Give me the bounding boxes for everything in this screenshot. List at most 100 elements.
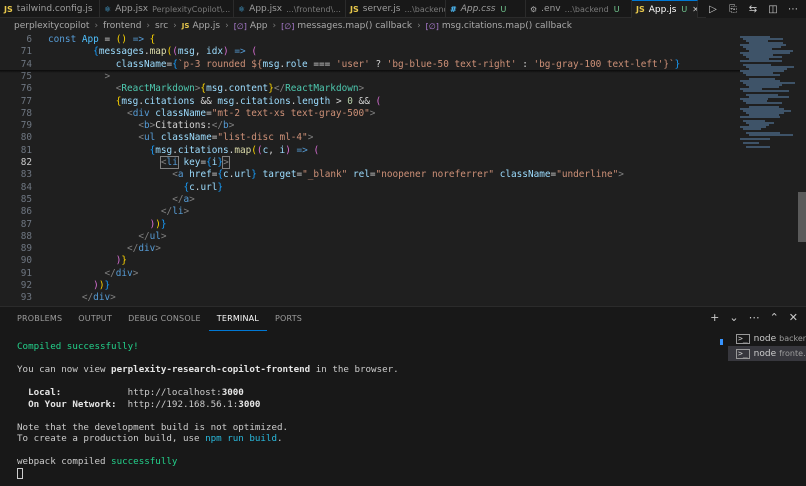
compare-changes-icon[interactable]: ⎘ [726,4,740,15]
code-line[interactable]: 81 {msg.citations.map((c, i) => ( [0,145,740,157]
more-actions-icon[interactable]: ⋯ [749,311,760,324]
code-line[interactable]: 89 </div> [0,243,740,255]
panel-tab-ports[interactable]: PORTS [267,307,310,331]
line-number: 80 [20,132,32,144]
panel-tab-problems[interactable]: PROBLEMS [9,307,70,331]
breadcrumb-folder[interactable]: src [155,21,168,31]
line-number: 71 [20,46,32,58]
open-changes-icon[interactable]: ⇆ [746,4,760,15]
editor-tab[interactable]: ⚙ .env ...\backend U [526,0,632,18]
editor-actions: ▷ ⎘ ⇆ ◫ ⋯ [706,0,806,18]
file-type-icon: JS [636,5,645,14]
breadcrumb-folder[interactable]: frontend [103,21,141,31]
code-text: </div> [104,267,139,279]
code-line[interactable]: 91 </div> [0,268,740,280]
sticky-scroll-shadow [0,70,740,73]
split-editor-icon[interactable]: ◫ [766,4,780,15]
code-line[interactable]: 86 </li> [0,206,740,218]
git-status-badge: U [500,4,507,14]
terminal-dropdown-icon[interactable]: ⌄ [729,311,738,324]
breadcrumb-symbol[interactable]: msg.citations.map() callback [442,21,572,31]
panel-tab-output[interactable]: OUTPUT [70,307,120,331]
chevron-right-icon: › [417,21,421,31]
breadcrumb-file[interactable]: App.js [192,21,220,31]
minimap[interactable] [738,34,796,306]
terminal-line: You can now view perplexity-research-cop… [17,364,399,375]
code-line[interactable]: 84 {c.url} [0,182,740,194]
terminal-line: webpack compiled successfully [17,456,178,467]
editor-tab[interactable]: ⚛ App.jsx PerplexityCopilot\... [100,0,234,18]
code-line[interactable]: 79 <b>Citations:</b> [0,120,740,132]
chevron-right-icon: › [272,21,277,31]
close-panel-icon[interactable]: ✕ [789,311,798,324]
line-number: 89 [20,243,32,255]
tab-filename: server.js [362,4,401,14]
terminal-instance[interactable]: >_nodefronte... [728,346,806,361]
terminal-icon: >_ [736,348,750,359]
line-number: 87 [20,218,32,230]
maximize-panel-icon[interactable]: ⌃ [770,311,779,324]
file-type-icon: ⚙ [530,4,538,14]
minimap-line [746,146,770,148]
line-number: 6 [26,34,32,45]
terminal-instance[interactable]: >_nodebackend [728,331,806,346]
tab-filename: App.jsx [249,4,283,14]
symbol-function-icon: [∅] [233,21,247,31]
line-number: 83 [20,169,32,181]
line-number: 91 [20,267,32,279]
terminal-line: Local: http://localhost:3000 [28,387,244,398]
breadcrumb-symbol[interactable]: messages.map() callback [297,21,412,31]
code-line[interactable]: 88 </ul> [0,231,740,243]
code-line[interactable]: 76 <ReactMarkdown>{msg.content}</ReactMa… [0,83,740,95]
code-line[interactable]: 85 </a> [0,194,740,206]
symbol-function-icon: [∅] [425,21,439,31]
terminal-instance-name: node [753,348,777,359]
line-number: 77 [20,95,32,107]
code-editor[interactable]: 6 const App = () => {71 {messages.map((ms… [0,34,806,306]
editor-tab[interactable]: JSApp.js U ✕ [632,0,698,18]
code-line[interactable]: 71 {messages.map((msg, idx) => ( [0,46,740,59]
minimap-line [743,90,789,92]
code-line[interactable]: 87 ))} [0,219,740,231]
editor-tab[interactable]: ⚛App.jsx...\frontend\...U [234,0,346,18]
file-type-icon: JS [4,4,13,14]
vertical-scrollbar[interactable] [798,192,806,242]
new-terminal-icon[interactable]: + [710,311,719,324]
minimap-line [740,138,770,140]
line-number: 93 [20,292,32,304]
run-icon[interactable]: ▷ [706,4,720,15]
editor-tab[interactable]: # App.css U [446,0,526,18]
code-text: </div> [81,292,116,304]
code-text: ))} [93,280,111,291]
panel-tab-terminal[interactable]: TERMINAL [208,307,268,331]
code-text: <li key={i}> [159,156,230,169]
editor-tab[interactable]: JS tailwind.config.js [0,0,100,18]
breadcrumb-symbol[interactable]: App [250,21,268,31]
chevron-right-icon: › [94,21,99,31]
editor-tab[interactable]: JSserver.js...\backendU [346,0,446,18]
code-line[interactable]: 83 <a href={c.url} target="_blank" rel="… [0,169,740,181]
terminal-instance-name: node [753,333,777,344]
code-line[interactable]: 93 </div> [0,292,740,304]
breadcrumb-folder[interactable]: perplexitycopilot [14,21,89,31]
code-line[interactable]: 92 ))} [0,280,740,292]
panel-tab-debug-console[interactable]: DEBUG CONSOLE [120,307,209,331]
code-line[interactable]: 78 <div className="mt-2 text-xs text-gra… [0,108,740,120]
panel-tabs: PROBLEMS OUTPUT DEBUG CONSOLE TERMINAL PORTS [0,307,310,331]
code-line[interactable]: 80 <ul className="list-disc ml-4"> [0,132,740,144]
code-line[interactable]: 82 <li key={i}> [0,156,740,169]
tab-filename: .env [541,4,561,14]
close-tab-icon[interactable]: ✕ [692,5,697,14]
code-text: ))} [149,218,167,230]
code-line[interactable]: 90 )} [0,255,740,267]
line-number: 79 [20,120,32,132]
minimap-line [746,102,782,104]
more-actions-icon[interactable]: ⋯ [786,4,800,15]
code-text: <ReactMarkdown>{msg.content}</ReactMarkd… [115,83,365,95]
chevron-right-icon: › [146,21,151,31]
code-line[interactable]: 77 {msg.citations && msg.citations.lengt… [0,96,740,108]
code-text: {msg.citations.map((c, i) => ( [149,144,320,156]
code-line[interactable]: 6 const App = () => { [0,34,740,47]
line-number: 76 [20,83,32,95]
tab-filename: App.css [460,4,496,14]
